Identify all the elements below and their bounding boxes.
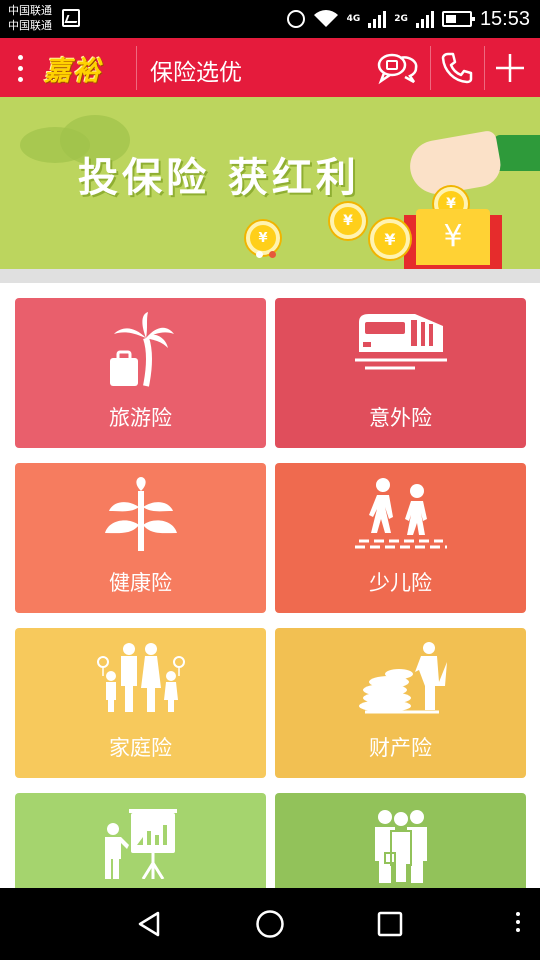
carousel-dot-active[interactable] <box>269 251 276 258</box>
brand-logo[interactable]: 嘉裕 <box>44 49 102 88</box>
network-type-2: 2G <box>394 14 408 24</box>
category-tile-family[interactable]: 家庭险 <box>15 628 266 778</box>
phone-icon <box>441 52 473 84</box>
battery-icon <box>441 11 475 27</box>
category-tile-health[interactable]: 健康险 <box>15 463 266 613</box>
category-tile-travel[interactable]: 旅游险 <box>15 298 266 448</box>
promo-banner[interactable]: 投保险 获红利 ¥ ¥ ¥ ¥ ¥ <box>0 97 540 269</box>
signal-1-icon <box>368 10 387 28</box>
chat-button[interactable] <box>374 44 422 92</box>
plant-icon <box>104 477 177 551</box>
money-stack-icon <box>358 642 447 714</box>
category-tile-children[interactable]: 少儿险 <box>275 463 526 613</box>
coin-icon: ¥ <box>370 219 410 259</box>
category-grid: 旅游险 意外险 健康险 少儿险 家庭险 财产险 <box>0 283 540 888</box>
network-type-1: 4G <box>346 14 361 24</box>
coin-icon: ¥ <box>330 203 366 239</box>
header-divider <box>136 46 137 90</box>
banner-headline: 投保险 获红利 <box>78 155 360 201</box>
sleeve-decoration <box>494 135 540 171</box>
page-title: 保险选优 <box>150 60 242 86</box>
recents-button[interactable] <box>360 902 420 946</box>
clock: 15:53 <box>479 7 530 30</box>
coin-icon: ¥ <box>246 221 280 255</box>
more-icon <box>516 912 520 916</box>
home-icon <box>256 910 284 938</box>
wifi-icon <box>313 10 338 27</box>
app-header: 嘉裕 保险选优 <box>0 38 540 97</box>
children-walking-icon <box>354 478 447 549</box>
category-tile-property[interactable]: 财产险 <box>275 628 526 778</box>
category-tile-accident[interactable]: 意外险 <box>275 298 526 448</box>
category-label: 意外险 <box>369 406 432 430</box>
category-label: 家庭险 <box>109 736 172 760</box>
alarm-icon <box>286 10 305 28</box>
category-label: 少儿险 <box>369 571 432 595</box>
menu-button[interactable] <box>8 48 32 88</box>
signal-2-icon <box>415 10 434 28</box>
presentation-icon <box>104 809 177 879</box>
carrier-names: 中国联通 中国联通 <box>8 3 52 33</box>
business-group-icon <box>374 810 427 883</box>
more-options-button[interactable] <box>516 912 520 932</box>
category-label: 财产险 <box>369 736 432 760</box>
category-label: 健康险 <box>109 571 172 595</box>
header-divider <box>430 46 431 90</box>
category-label: 旅游险 <box>109 406 172 430</box>
header-divider <box>484 46 485 90</box>
category-tile-business[interactable] <box>15 793 266 888</box>
phone-button[interactable] <box>433 44 481 92</box>
back-icon <box>138 911 160 937</box>
section-divider <box>0 269 540 283</box>
carrier-1: 中国联通 <box>8 4 52 17</box>
home-button[interactable] <box>240 902 300 946</box>
recents-icon <box>377 911 403 937</box>
plus-icon <box>496 54 524 82</box>
category-tile-group[interactable] <box>275 793 526 888</box>
carousel-indicator <box>256 251 276 258</box>
palm-suitcase-icon <box>109 312 174 387</box>
carousel-dot[interactable] <box>256 251 263 258</box>
status-bar: 中国联通 中国联通 4G 2G 15:53 <box>0 0 540 38</box>
menu-icon <box>17 54 23 60</box>
envelope-yuan: ¥ <box>416 209 490 265</box>
back-button[interactable] <box>120 902 180 946</box>
family-icon <box>96 643 185 712</box>
system-navigation-bar <box>0 888 540 960</box>
add-button[interactable] <box>486 44 534 92</box>
chat-icon <box>377 53 418 85</box>
carrier-2: 中国联通 <box>8 19 52 32</box>
train-icon <box>354 314 447 370</box>
image-notification-icon <box>62 9 80 27</box>
